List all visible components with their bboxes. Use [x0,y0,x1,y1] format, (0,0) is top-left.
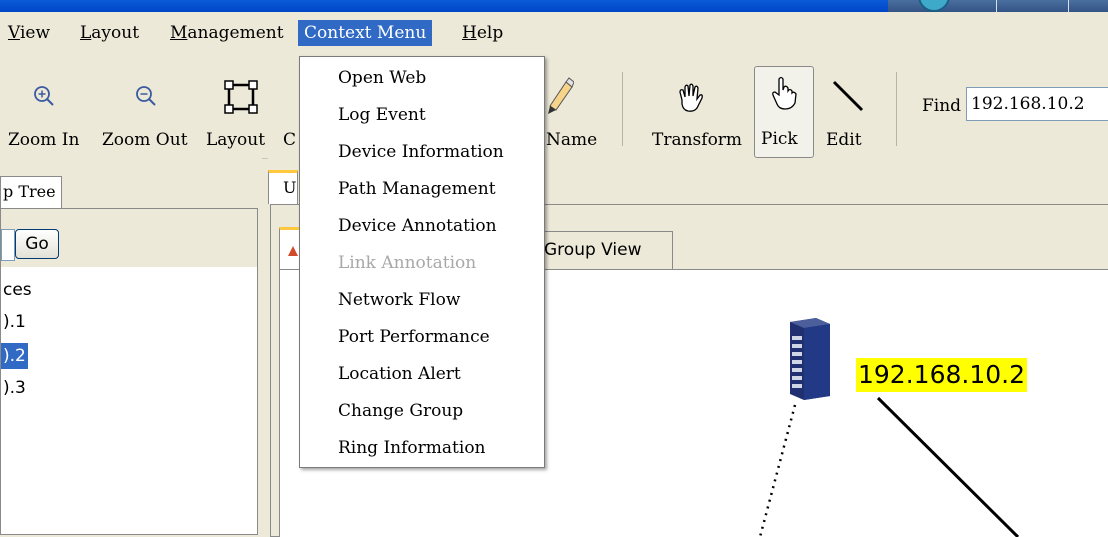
tree-item[interactable]: ces [1,277,34,303]
menu-view-label: iew [19,23,51,43]
menu-item-network-flow[interactable]: Network Flow [338,283,460,317]
menu-item-port-performance[interactable]: Port Performance [338,320,490,354]
layout-icon [224,80,258,114]
menu-item-link-annotation: Link Annotation [338,253,477,273]
line-tool-icon [832,80,864,112]
zoom-in-button[interactable] [32,84,56,113]
layout-button[interactable] [224,80,258,119]
menu-item-device-annotation[interactable]: Device Annotation [338,209,497,243]
toolbar-separator [896,72,897,146]
device-ip-label[interactable]: 192.168.10.2 [856,358,1027,392]
find-input[interactable]: 192.168.10.2 [966,87,1108,121]
menu-view-mnemonic: V [8,23,20,43]
go-button[interactable]: Go [15,229,59,259]
tree-search-bar: Go [1,209,257,267]
pick-label: Pick [761,129,798,149]
menu-item-open-web[interactable]: Open Web [338,61,426,95]
menu-item-change-group[interactable]: Change Group [338,394,463,428]
toolbar-separator [622,72,623,146]
zoom-in-icon [34,86,54,106]
menu-item-ring-information[interactable]: Ring Information [338,431,486,465]
tree-item[interactable]: ).3 [1,375,28,401]
tray-app-icon[interactable] [918,0,950,12]
transform-label: Transform [652,130,743,150]
tree-body: Go ces ).1 ).2 ).3 [0,208,258,535]
zoom-out-button[interactable] [134,84,158,113]
menu-management[interactable]: Management [164,20,290,46]
tree-item[interactable]: ).1 [1,309,28,335]
name-button[interactable] [544,76,575,121]
tab-topology[interactable]: U [268,170,298,204]
menu-view[interactable]: View [2,20,56,46]
menu-layout-mnemonic: L [80,23,92,43]
menu-item-path-management[interactable]: Path Management [338,172,496,206]
zoom-in-label: Zoom In [8,130,80,150]
pointing-hand-icon [772,76,797,110]
switch-device-icon[interactable] [786,316,834,400]
tree-panel: p Tree Go ces ).1 ).2 ).3 [0,158,262,535]
menu-item-device-information[interactable]: Device Information [338,135,504,169]
menu-bar: View Layout Management Context Menu Help [0,12,1108,55]
edit-button[interactable] [830,78,866,119]
transform-button[interactable] [676,82,706,119]
zoom-out-label: Zoom Out [102,130,188,150]
layout-label: Layout [206,130,266,150]
tree-item-selected[interactable]: ).2 [1,343,28,369]
pencil-icon [548,77,575,114]
menu-help-label: elp [476,23,504,43]
menu-item-location-alert[interactable]: Location Alert [338,357,461,391]
context-menu-dropdown: Open Web Log Event Device Information Pa… [299,56,545,468]
menu-context-menu[interactable]: Context Menu [298,20,433,46]
open-hand-icon [679,83,703,112]
menu-layout-label: ayout [91,23,140,43]
name-label: Name [546,130,598,150]
menu-management-label: anagement [187,23,284,43]
partial-toolbar-label: C [283,130,297,150]
edit-label: Edit [826,130,862,150]
tab-tree[interactable]: p Tree [0,176,62,208]
menu-item-log-event[interactable]: Log Event [338,98,426,132]
menu-help-mnemonic: H [462,23,477,43]
menu-management-mnemonic: M [170,23,188,43]
menu-help[interactable]: Help [456,20,509,46]
menu-layout[interactable]: Layout [74,20,145,46]
tab-group-view[interactable]: Group View [533,231,673,269]
tree-search-input[interactable] [1,229,15,261]
map-tab-icon [288,246,298,256]
zoom-out-icon [136,86,156,106]
find-label: Find [922,96,962,116]
toolbar: Zoom In Zoom Out Layout C Name Transform… [0,54,1108,159]
pick-button[interactable]: Pick [754,66,814,158]
